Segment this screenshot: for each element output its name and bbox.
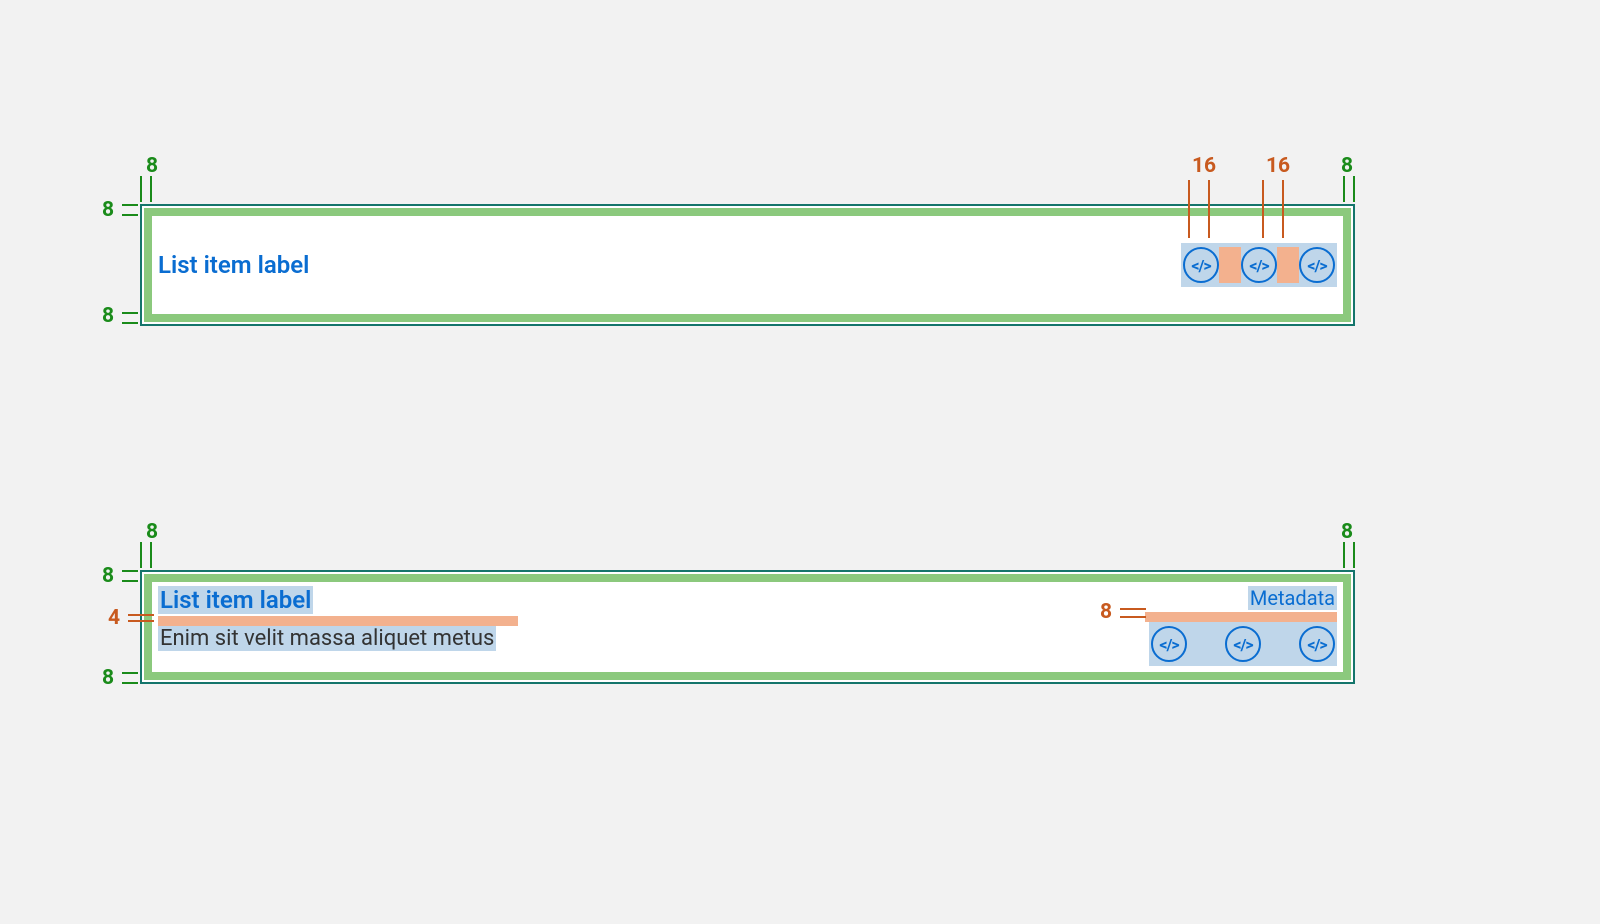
list-item-spec-single-row: List item label </> </> </>	[140, 204, 1355, 326]
icon-slot-row: </> </> </>	[1181, 243, 1337, 287]
code-icon: </>	[1183, 247, 1219, 283]
spacing-highlight	[1145, 612, 1337, 622]
padding-bottom-annotation: 8	[102, 304, 114, 328]
spacing-highlight	[1219, 247, 1241, 283]
icon-gap-annotation: 16	[1266, 154, 1290, 178]
padding-right-annotation: 8	[1341, 520, 1353, 544]
list-item-spec-two-row: List item label Enim sit velit massa ali…	[140, 570, 1355, 684]
padding-right-annotation: 8	[1341, 154, 1353, 178]
list-item-metadata: Metadata	[1248, 586, 1337, 610]
list-item-description: Enim sit velit massa aliquet metus	[158, 626, 496, 651]
code-icon: </>	[1225, 626, 1261, 662]
list-item-label: List item label	[158, 251, 309, 279]
spacing-highlight	[1277, 247, 1299, 283]
code-icon: </>	[1299, 247, 1335, 283]
code-icon: </>	[1241, 247, 1277, 283]
label-desc-gap-annotation: 4	[108, 606, 120, 630]
padding-top-annotation: 8	[102, 198, 114, 222]
padding-bottom-annotation: 8	[102, 666, 114, 690]
padding-left-annotation: 8	[146, 520, 158, 544]
spacing-highlight	[158, 616, 518, 626]
icon-gap-annotation: 16	[1192, 154, 1216, 178]
code-icon: </>	[1151, 626, 1187, 662]
code-icon: </>	[1299, 626, 1335, 662]
padding-left-annotation: 8	[146, 154, 158, 178]
padding-top-annotation: 8	[102, 564, 114, 588]
list-item-label: List item label	[158, 586, 313, 614]
icon-slot-row: </> </> </>	[1149, 622, 1337, 666]
